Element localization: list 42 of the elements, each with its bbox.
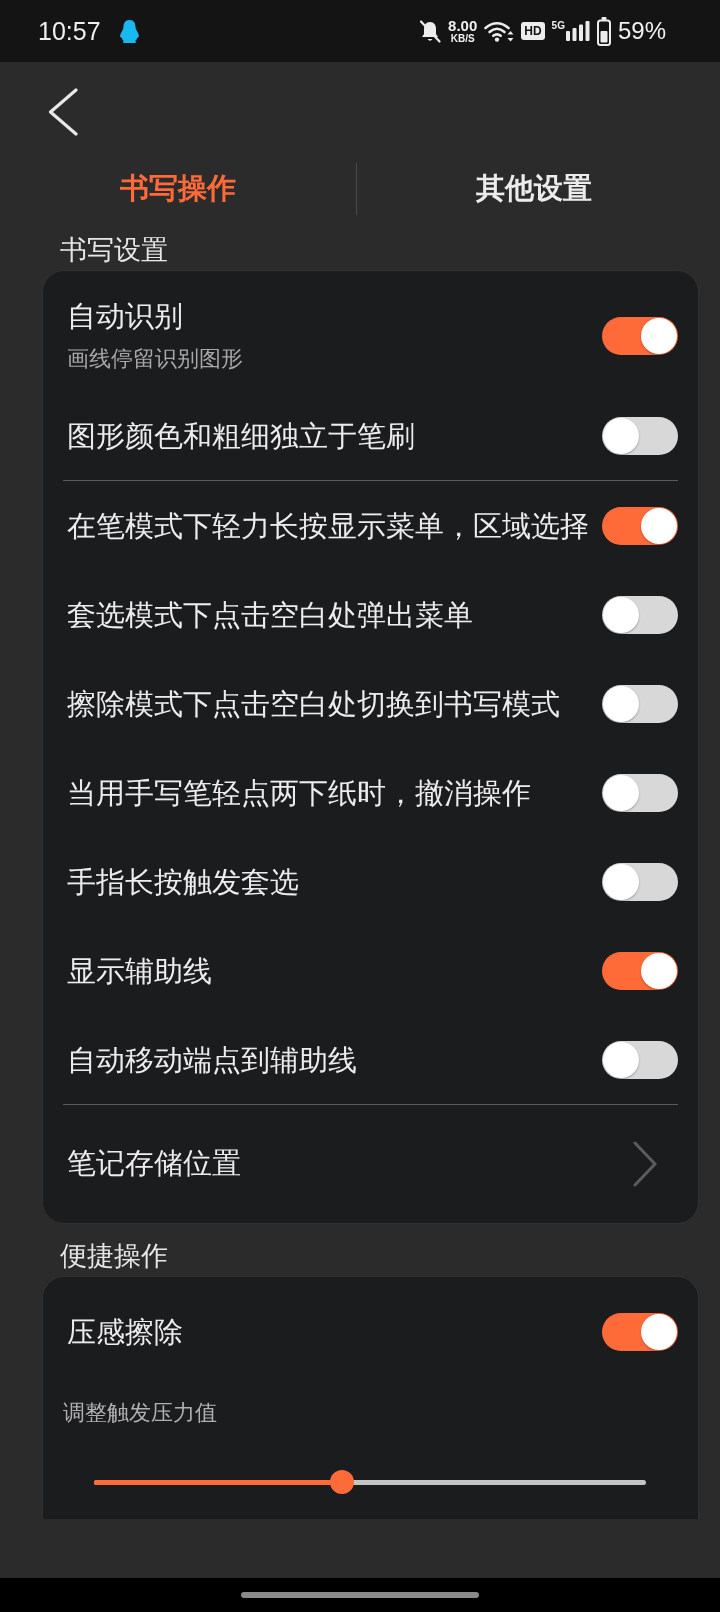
setting-label: 擦除模式下点击空白处切换到书写模式 bbox=[67, 686, 560, 721]
setting-label: 手指长按触发套选 bbox=[67, 864, 299, 899]
toggle-switch[interactable] bbox=[602, 416, 678, 455]
setting-label: 当用手写笔轻点两下纸时，撤消操作 bbox=[67, 775, 531, 810]
setting-description: 画线停留识别图形 bbox=[67, 345, 243, 373]
network-type: 5G bbox=[551, 21, 565, 31]
setting-label: 在笔模式下轻力长按显示菜单，区域选择 bbox=[67, 508, 589, 543]
setting-label: 压感擦除 bbox=[67, 1314, 183, 1349]
penguin-icon bbox=[118, 19, 140, 43]
toggle-switch[interactable] bbox=[602, 684, 678, 723]
setting-label: 自动移动端点到辅助线 bbox=[67, 1042, 357, 1077]
pressure-slider[interactable] bbox=[94, 1470, 646, 1494]
setting-label: 显示辅助线 bbox=[67, 953, 212, 988]
battery-icon bbox=[596, 16, 611, 46]
menu-item[interactable]: 笔记存储位置 bbox=[43, 1105, 698, 1223]
tab[interactable]: 其他设置 bbox=[356, 163, 712, 215]
tab[interactable]: 书写操作 bbox=[0, 163, 356, 215]
toggle-switch[interactable] bbox=[602, 595, 678, 634]
toggle-switch[interactable] bbox=[602, 1312, 678, 1351]
clock-time: 10:57 bbox=[38, 17, 101, 45]
toggle-switch[interactable] bbox=[602, 951, 678, 990]
toggle-switch[interactable] bbox=[602, 506, 678, 545]
wifi-icon bbox=[484, 20, 515, 42]
back-button[interactable] bbox=[48, 88, 78, 136]
network-speed-unit: KB/S bbox=[450, 32, 475, 44]
setting-label: 图形颜色和粗细独立于笔刷 bbox=[67, 418, 415, 453]
toggle-switch[interactable] bbox=[602, 773, 678, 812]
toggle-switch[interactable] bbox=[602, 317, 678, 355]
setting-label: 自动识别 bbox=[67, 299, 183, 333]
toggle-switch[interactable] bbox=[602, 862, 678, 901]
chevron-right-icon[interactable] bbox=[633, 1141, 657, 1187]
slider-label: 调整触发压力值 bbox=[63, 1399, 217, 1427]
section-title: 书写设置 bbox=[60, 233, 168, 267]
toggle-switch[interactable] bbox=[602, 1040, 678, 1079]
bell-off-icon bbox=[419, 19, 442, 43]
signal-icon bbox=[565, 21, 590, 41]
battery-percentage: 59% bbox=[617, 17, 666, 45]
setting-label: 套选模式下点击空白处弹出菜单 bbox=[67, 597, 473, 632]
section-title: 便捷操作 bbox=[60, 1239, 168, 1273]
network-speed: 8.00 bbox=[448, 18, 478, 33]
hd-indicator: HD bbox=[521, 22, 545, 40]
slider-thumb[interactable] bbox=[330, 1470, 355, 1494]
